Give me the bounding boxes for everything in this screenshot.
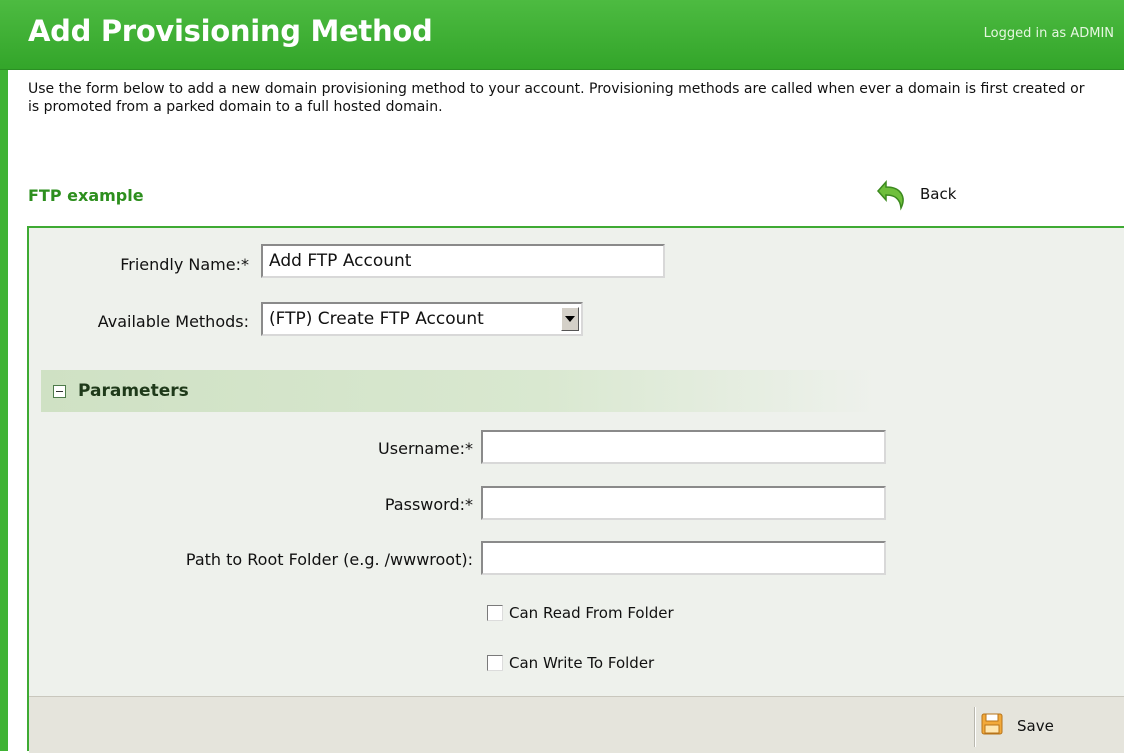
root-folder-label: Path to Root Folder (e.g. /wwwroot):	[185, 550, 473, 569]
section-title: FTP example	[28, 186, 144, 205]
username-input[interactable]	[481, 430, 886, 464]
password-input[interactable]	[481, 486, 886, 520]
save-floppy-icon	[981, 713, 1003, 739]
parameters-section-header: Parameters	[41, 370, 877, 412]
toolbar-separator	[974, 707, 976, 747]
login-status: Logged in as ADMIN	[983, 26, 1114, 41]
parameters-title: Parameters	[78, 381, 189, 401]
back-label: Back	[920, 185, 957, 203]
can-read-checkbox[interactable]	[487, 605, 503, 621]
save-label: Save	[1017, 717, 1054, 735]
page-title: Add Provisioning Method	[28, 14, 433, 48]
can-read-label: Can Read From Folder	[509, 604, 674, 622]
collapse-minus-icon[interactable]	[53, 384, 66, 398]
available-methods-value: (FTP) Create FTP Account	[269, 309, 484, 329]
intro-text: Use the form below to add a new domain p…	[28, 81, 1085, 115]
can-write-row[interactable]: Can Write To Folder	[487, 654, 654, 672]
available-methods-label: Available Methods:	[97, 312, 249, 331]
username-label: Username:*	[378, 439, 473, 458]
form-footer: Save	[29, 696, 1124, 753]
save-button[interactable]: Save	[981, 709, 1054, 743]
password-label: Password:*	[384, 495, 473, 514]
can-read-row[interactable]: Can Read From Folder	[487, 604, 674, 622]
page-header: Add Provisioning Method Logged in as ADM…	[0, 0, 1124, 70]
available-methods-select[interactable]: (FTP) Create FTP Account	[261, 302, 583, 336]
page-left-border	[0, 0, 8, 751]
back-arrow-icon	[876, 174, 910, 214]
form-panel: Friendly Name:* Add FTP Account Availabl…	[27, 226, 1124, 753]
can-write-label: Can Write To Folder	[509, 654, 655, 672]
root-folder-input[interactable]	[481, 541, 886, 575]
friendly-name-input[interactable]: Add FTP Account	[261, 244, 665, 278]
back-button[interactable]: Back	[876, 172, 956, 216]
can-write-checkbox[interactable]	[487, 655, 503, 671]
friendly-name-label: Friendly Name:*	[120, 255, 249, 274]
dropdown-arrow-icon[interactable]	[561, 307, 579, 331]
